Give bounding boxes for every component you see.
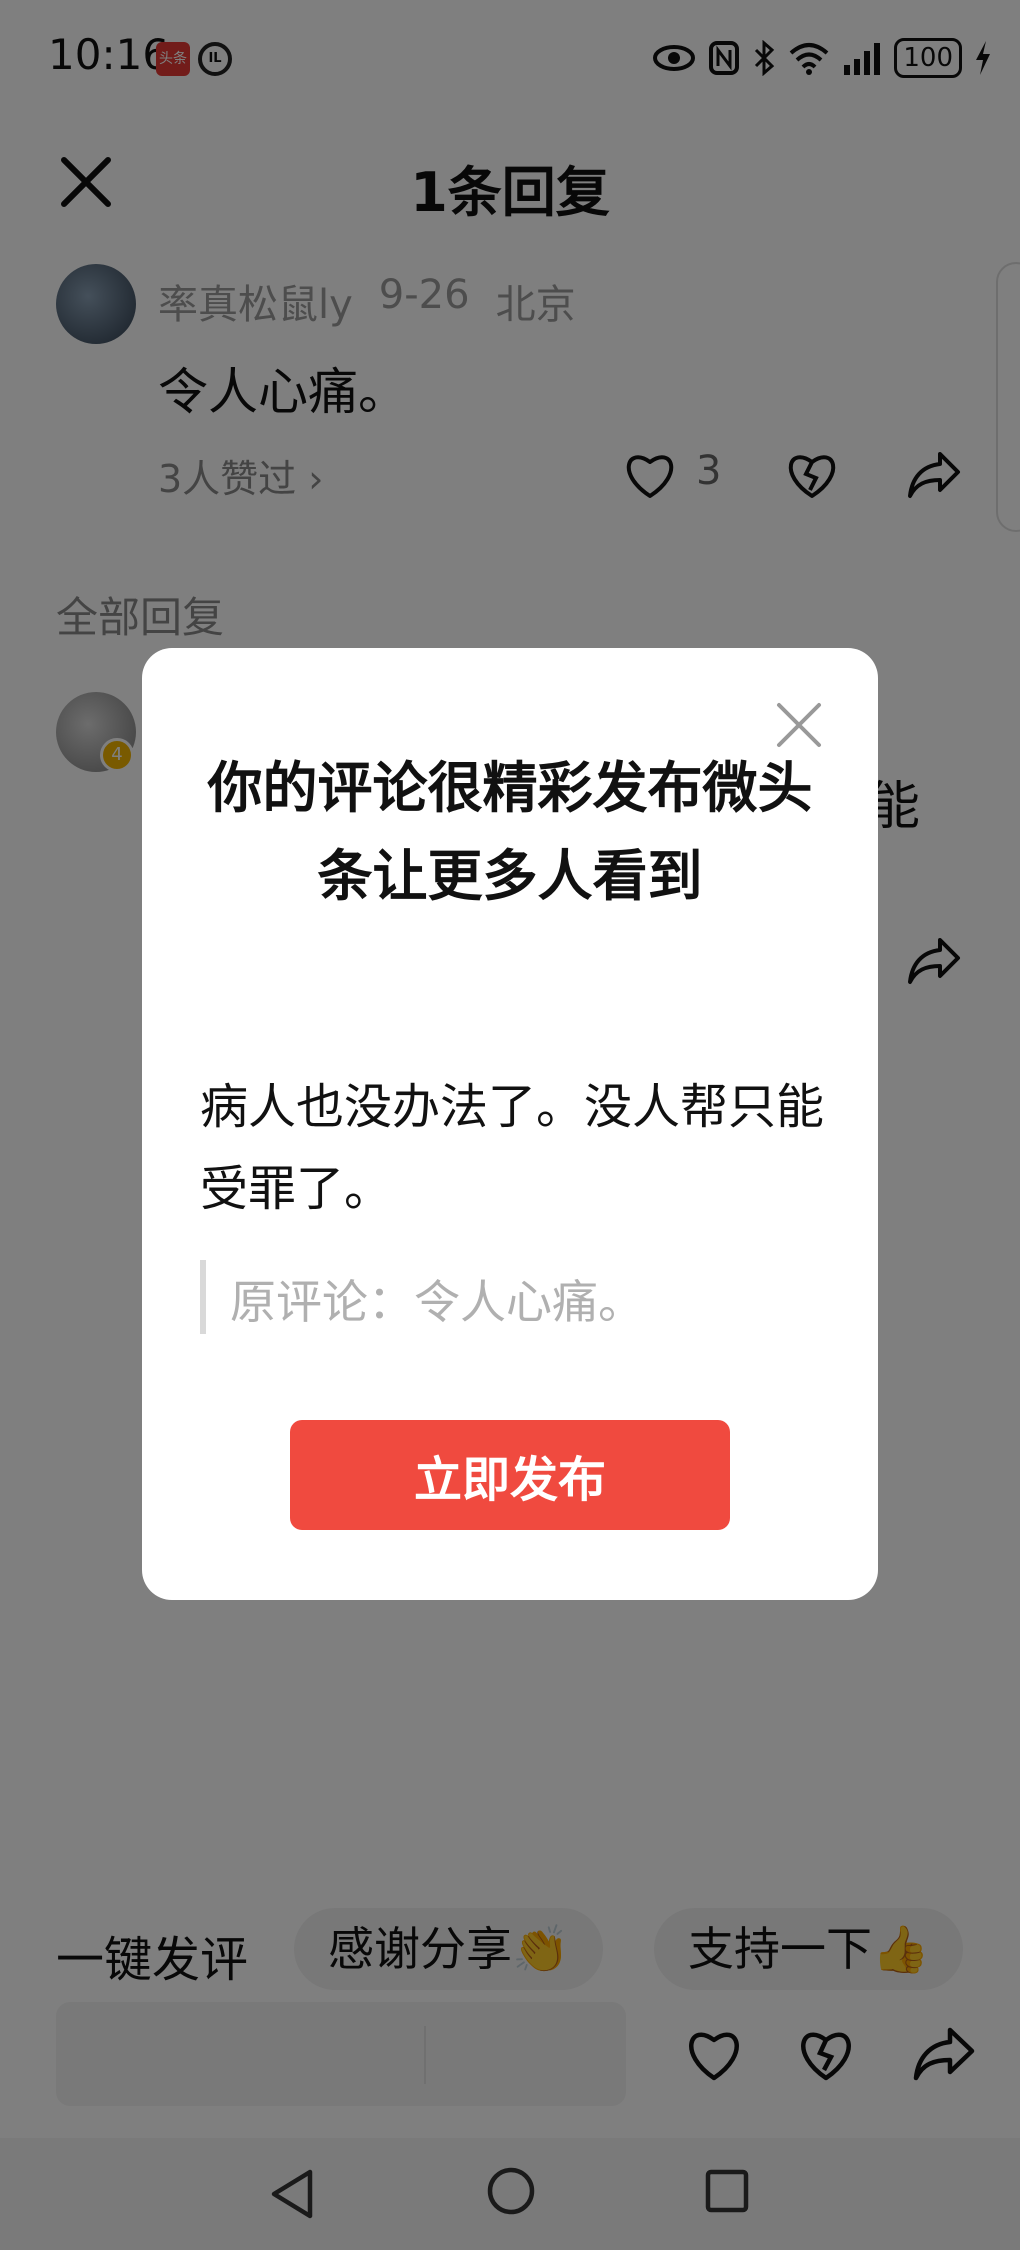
original-comment-quote: 原评论：令人心痛。 bbox=[230, 1275, 644, 1329]
nav-back-icon[interactable] bbox=[268, 2168, 318, 2220]
close-icon[interactable] bbox=[774, 700, 824, 750]
quote-bar bbox=[200, 1260, 206, 1334]
dialog-title: 你的评论很精彩发布微头条让更多人看到 bbox=[207, 756, 813, 908]
nav-home-icon[interactable] bbox=[486, 2166, 536, 2216]
dialog-body: 病人也没办法了。没人帮只能受罪了。 bbox=[200, 1079, 825, 1217]
nav-recent-icon[interactable] bbox=[704, 2168, 750, 2214]
publish-button[interactable]: 立即发布 bbox=[290, 1420, 730, 1530]
